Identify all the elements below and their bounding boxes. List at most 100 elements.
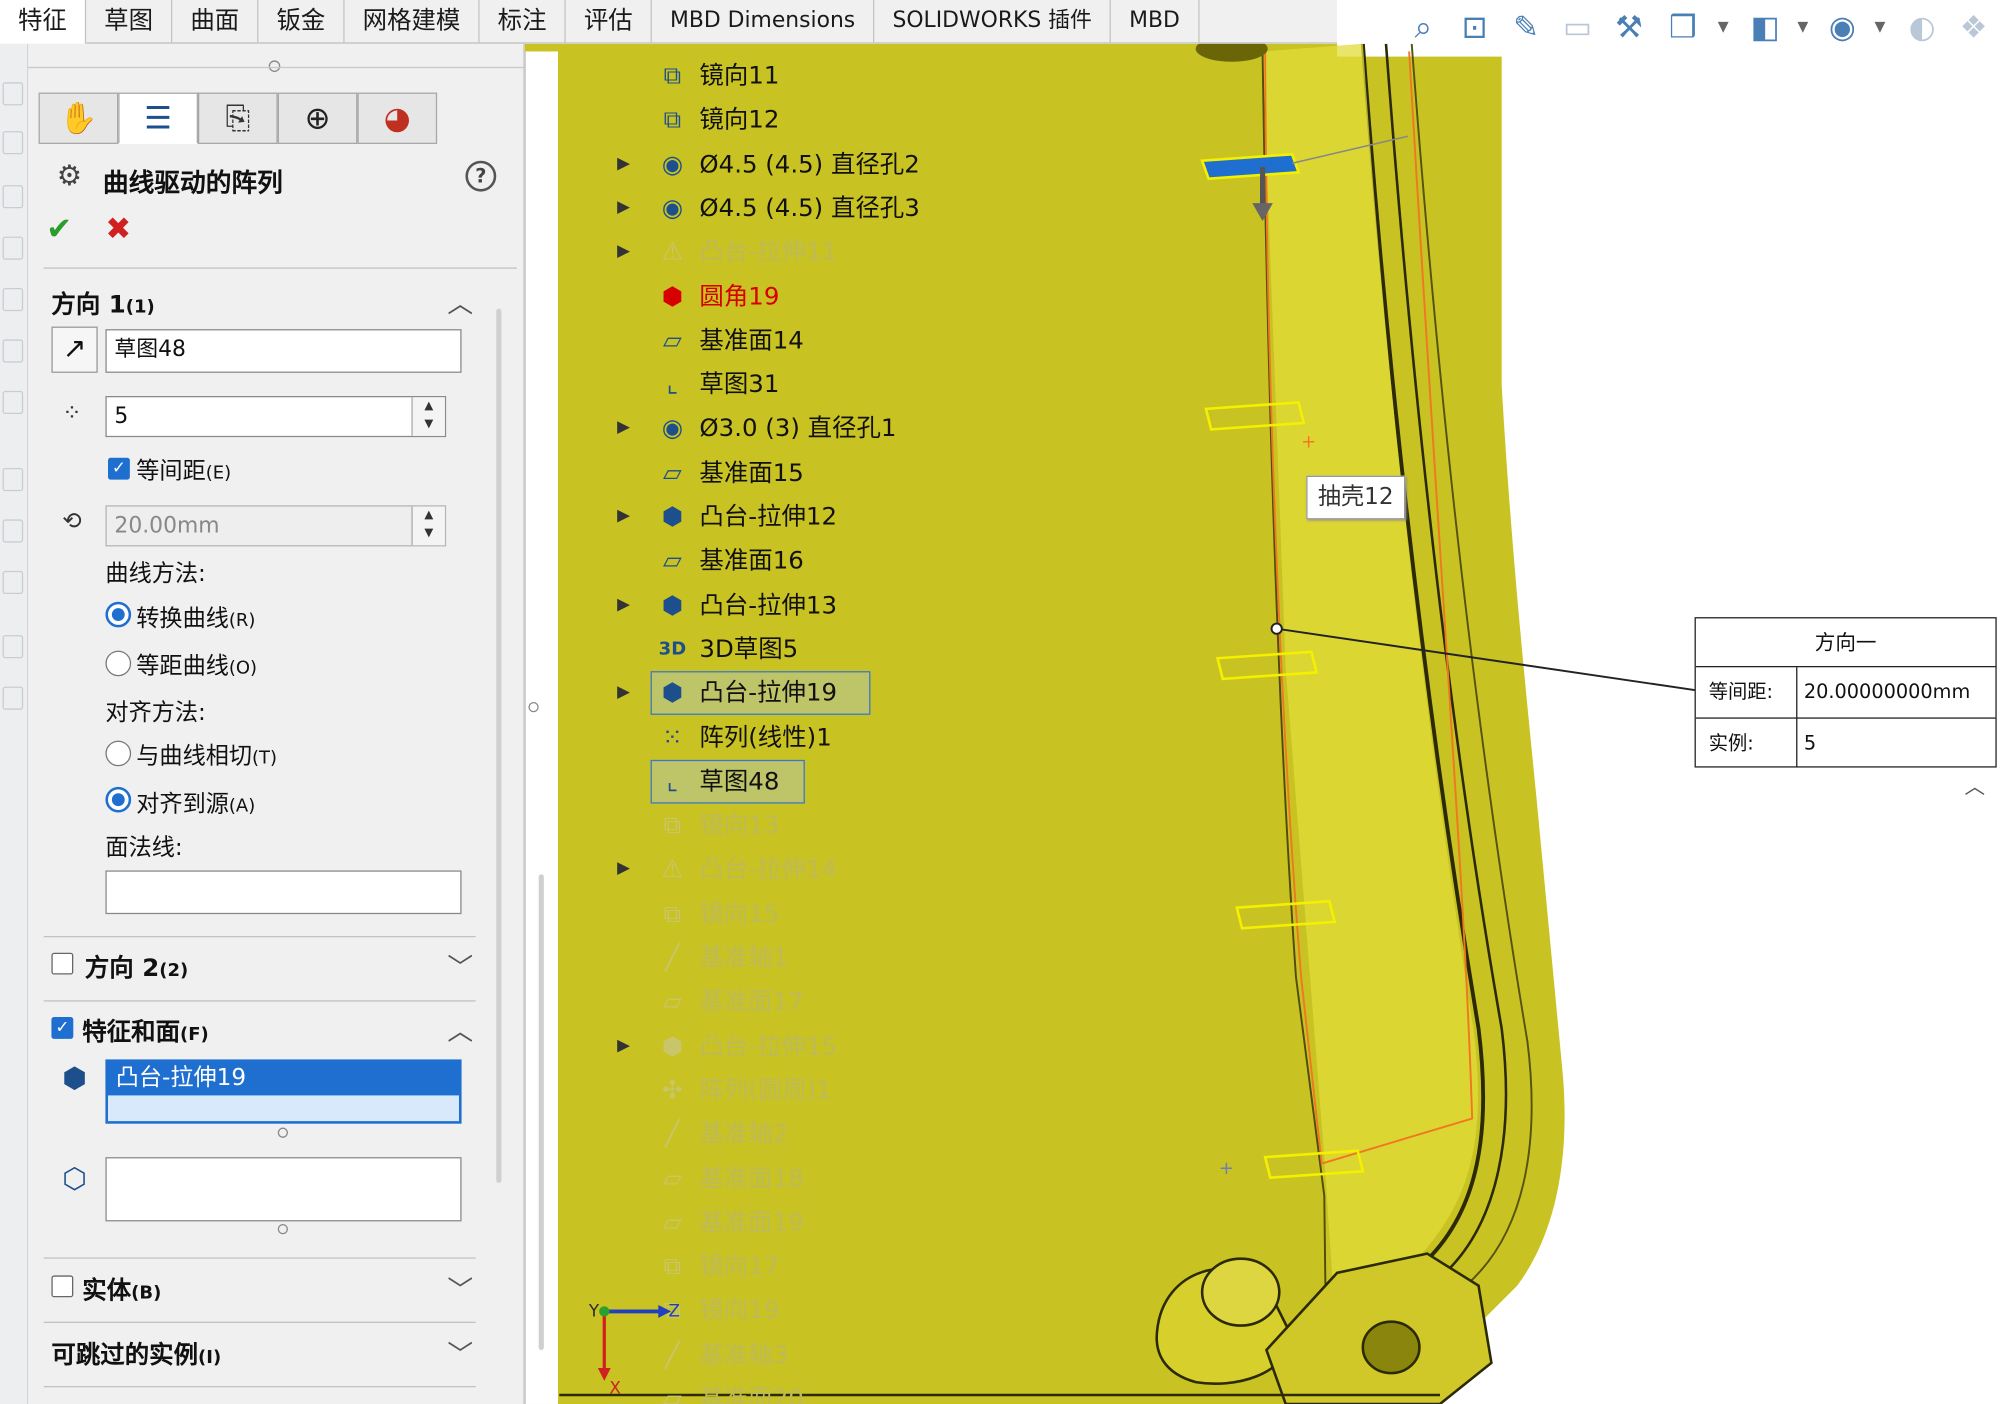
plane-icon: ▱ [663, 326, 682, 355]
fillet-error-icon: ⬢ [661, 282, 684, 311]
tab-feature-manager[interactable]: ✋ [38, 92, 119, 144]
offset-curve-radio[interactable] [105, 650, 132, 677]
scene-icon[interactable]: ❖ [1954, 8, 1993, 47]
display-style-icon[interactable]: ◧ [1746, 8, 1785, 47]
expand-arrow-icon[interactable]: ▶ [617, 407, 635, 451]
chevron-down-icon[interactable]: ▼ [1797, 18, 1808, 35]
feature-tooltip: 抽壳12 [1306, 475, 1406, 520]
section-skip-instances-title[interactable]: 可跳过的实例(I) [51, 1336, 221, 1371]
instances-stepper[interactable]: 5 ▲ ▼ [105, 395, 447, 438]
section-direction2-title[interactable]: 方向 2(2) [85, 949, 188, 984]
tree-item-label: 阵列(圆周)1 [699, 1075, 832, 1105]
spin-buttons[interactable]: ▲ ▼ [411, 397, 445, 436]
boss-extrude-icon: ⬢ [661, 679, 684, 708]
tab-6[interactable]: 评估 [566, 0, 652, 44]
3d-sketch-icon: 3D [658, 638, 687, 660]
tab-2[interactable]: 曲面 [172, 0, 259, 44]
tangent-to-curve-radio[interactable] [105, 740, 132, 767]
zoom-to-fit-icon[interactable]: ⌕ [1404, 8, 1443, 47]
coordinate-triad: Y X Z [588, 1301, 680, 1394]
expand-arrow-icon[interactable]: ▶ [617, 495, 635, 539]
ok-icon[interactable]: ✔ [46, 211, 72, 247]
tab-display-manager[interactable]: ◕ [357, 92, 438, 144]
offset-curve-label: 等距曲线(O) [136, 653, 258, 681]
spin-buttons[interactable]: ▲ ▼ [411, 506, 445, 546]
dynamic-annotation-icon[interactable]: ⚒ [1610, 8, 1649, 47]
face-normal-field[interactable] [105, 870, 462, 915]
cancel-icon[interactable]: ✖ [105, 211, 131, 247]
list-resize-handle[interactable] [277, 1223, 288, 1235]
direction2-checkbox[interactable] [51, 952, 74, 975]
tab-5[interactable]: 标注 [480, 0, 566, 44]
features-faces-checkbox[interactable]: ✓ [51, 1016, 74, 1039]
tab-7[interactable]: MBD Dimensions [652, 0, 875, 44]
view-orientation-icon[interactable]: ❒ [1664, 8, 1703, 47]
chevron-down-icon[interactable]: ﹀ [447, 1269, 473, 1306]
help-icon[interactable]: ? [465, 160, 497, 192]
hole-icon: ◉ [661, 194, 684, 223]
chevron-down-icon[interactable]: ▼ [1875, 18, 1886, 35]
tab-8[interactable]: SOLIDWORKS 插件 [874, 0, 1112, 44]
align-to-seed-radio[interactable] [105, 786, 132, 813]
faces-to-pattern-list[interactable] [105, 1157, 462, 1222]
section-features-faces-title[interactable]: 特征和面(F) [82, 1013, 209, 1048]
features-list-item[interactable]: 凸台-拉伸19 [107, 1061, 459, 1096]
chevron-down-icon[interactable]: ▼ [1718, 18, 1729, 35]
mirror-icon: ⧉ [663, 61, 682, 90]
section-view-icon[interactable]: ▭ [1558, 8, 1597, 47]
instances-value: 5 [114, 403, 129, 430]
bodies-checkbox[interactable] [51, 1275, 74, 1298]
chevron-down-icon[interactable]: ﹀ [447, 1333, 473, 1370]
transform-curve-label: 转换曲线(R) [136, 605, 256, 633]
chevron-down-icon[interactable]: ﹀ [447, 946, 473, 983]
tab-0[interactable]: 特征 [0, 0, 87, 45]
transform-curve-radio[interactable] [105, 601, 132, 628]
linear-pattern-icon: ⁙ [662, 723, 683, 752]
expand-arrow-icon[interactable]: ▶ [617, 230, 635, 274]
chevron-up-icon[interactable]: ︿ [447, 1011, 473, 1048]
scrollbar[interactable] [496, 308, 502, 1183]
reverse-direction-icon[interactable]: ↗ [51, 326, 98, 373]
equal-spacing-checkbox[interactable]: ✓ [107, 457, 130, 480]
tree-item-label: 镜向19 [699, 1296, 780, 1325]
configuration-icon: ⎘ [225, 100, 251, 137]
expand-arrow-icon[interactable]: ▶ [617, 848, 635, 892]
appearance-icon[interactable]: ◐ [1903, 8, 1942, 47]
feature-manager-icon: ✋ [59, 100, 98, 137]
tree-item-label: 凸台-拉伸13 [699, 590, 838, 620]
spacing-value: 20.00mm [114, 512, 220, 539]
callout-instances-value[interactable]: 5 [1804, 719, 1816, 768]
callout-spacing-value[interactable]: 20.00000000mm [1804, 667, 1970, 717]
spacing-stepper[interactable]: 20.00mm ▲ ▼ [105, 505, 447, 547]
tree-item-label: 凸台-拉伸11 [699, 238, 838, 267]
svg-text:+: + [1219, 1158, 1234, 1179]
expand-arrow-icon[interactable]: ▶ [617, 671, 635, 715]
hide-show-icon[interactable]: ◉ [1823, 8, 1862, 47]
tab-1[interactable]: 草图 [86, 0, 173, 44]
sketch-icon: ⌞ [666, 370, 679, 399]
expand-arrow-icon[interactable]: ▶ [617, 583, 635, 627]
section-direction1-title[interactable]: 方向 1(1) [51, 285, 154, 320]
zoom-area-icon[interactable]: ⊡ [1455, 8, 1494, 47]
tree-item-label: 基准面20 [699, 1384, 804, 1404]
expand-arrow-icon[interactable]: ▶ [617, 142, 635, 186]
section-bodies-title[interactable]: 实体(B) [82, 1272, 161, 1307]
tab-3[interactable]: 钣金 [258, 0, 345, 44]
panel-splitter[interactable] [524, 51, 558, 1404]
tree-item-label: 基准面16 [699, 546, 804, 576]
features-to-pattern-list[interactable]: 凸台-拉伸19 [105, 1059, 462, 1124]
tab-configuration-manager[interactable]: ⎘ [197, 92, 278, 144]
hole-icon: ◉ [661, 414, 684, 443]
boss-extrude-icon: ⬢ [661, 502, 684, 531]
tab-property-manager[interactable]: ☰ [118, 92, 198, 144]
expand-arrow-icon[interactable]: ▶ [617, 186, 635, 230]
tab-4[interactable]: 网格建模 [345, 0, 480, 44]
expand-arrow-icon[interactable]: ▶ [617, 1024, 635, 1068]
callout-collapse-chevron-icon[interactable]: ︿ [1965, 769, 1986, 800]
tab-dimxpert-manager[interactable]: ⊕ [277, 92, 358, 144]
chevron-up-icon[interactable]: ︿ [447, 283, 473, 320]
tab-9[interactable]: MBD [1111, 0, 1200, 44]
previous-view-icon[interactable]: ✎ [1507, 8, 1546, 47]
curve-selection-field[interactable]: 草图48 [105, 329, 462, 373]
list-resize-handle[interactable] [277, 1127, 288, 1138]
